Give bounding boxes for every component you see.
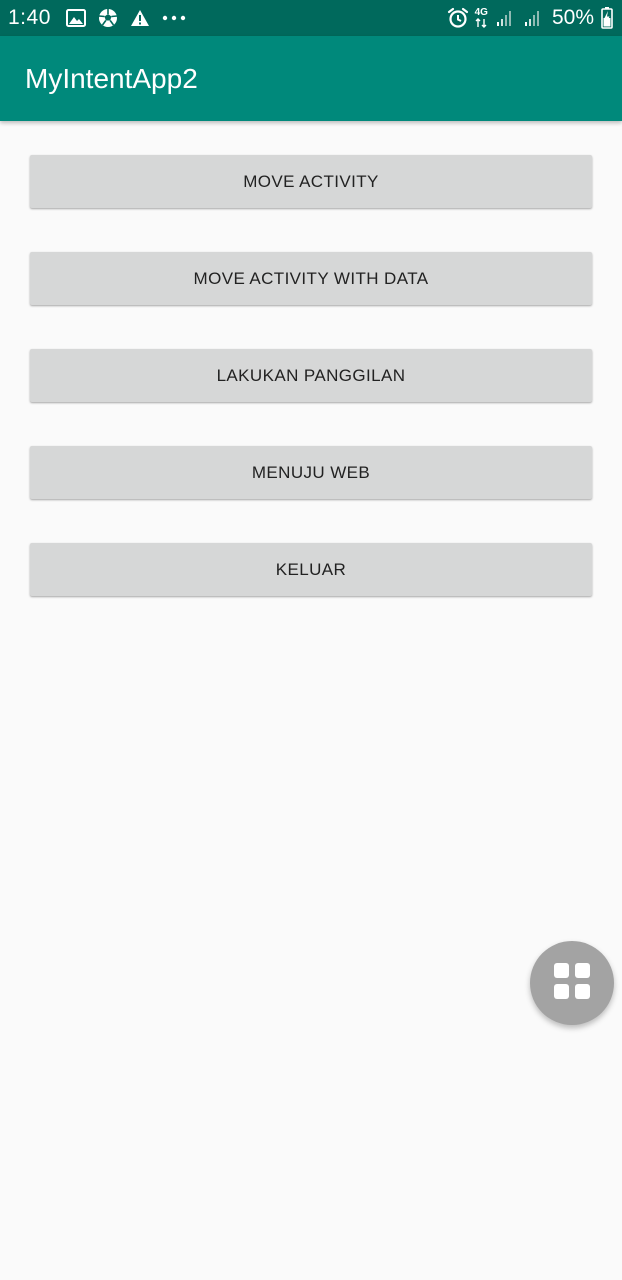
network-label: 4G — [474, 7, 488, 18]
battery-percent: 50% — [551, 6, 594, 29]
lakukan-panggilan-button[interactable]: LAKUKAN PANGGILAN — [30, 349, 592, 402]
signal-icon — [522, 7, 544, 29]
app-title: MyIntentApp2 — [25, 62, 198, 94]
menuju-web-button[interactable]: MENUJU WEB — [30, 446, 592, 499]
move-activity-button[interactable]: MOVE ACTIVITY — [30, 155, 592, 208]
keluar-button[interactable]: KELUAR — [30, 543, 592, 596]
soccer-ball-icon — [97, 7, 119, 29]
status-bar-right: 4G 50% — [447, 6, 614, 30]
move-activity-with-data-button[interactable]: MOVE ACTIVITY WITH DATA — [30, 252, 592, 305]
more-dots-icon — [161, 7, 187, 29]
app-bar: MyIntentApp2 — [0, 36, 622, 121]
status-bar: 1:40 4G 50% — [0, 0, 622, 36]
signal-icon — [494, 7, 516, 29]
status-time: 1:40 — [8, 6, 51, 29]
grid-apps-icon — [552, 961, 592, 1006]
battery-charging-icon — [600, 7, 614, 29]
button-list: MOVE ACTIVITY MOVE ACTIVITY WITH DATA LA… — [30, 155, 592, 640]
status-bar-left: 1:40 — [8, 6, 187, 30]
image-icon — [65, 7, 87, 29]
alarm-icon — [447, 7, 469, 29]
network-4g-icon: 4G — [475, 8, 488, 28]
floating-action-button[interactable] — [530, 941, 614, 1025]
warning-icon — [129, 7, 151, 29]
app-screen: 1:40 4G 50% MyIntentApp2 MOVE ACTIVITY M… — [0, 0, 622, 1280]
